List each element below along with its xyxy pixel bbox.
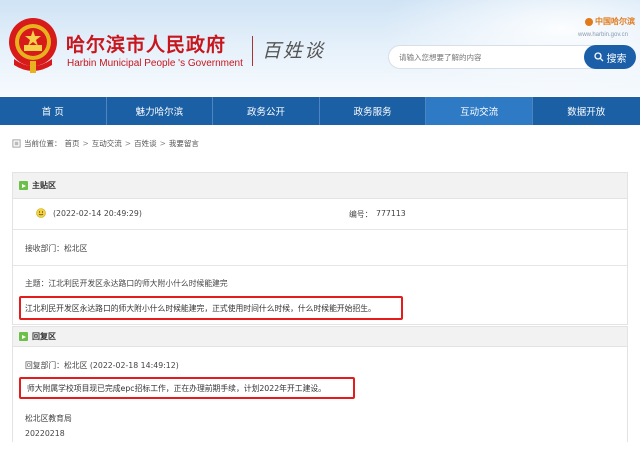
site-url: www.harbin.gov.cn [578, 32, 628, 38]
location-icon [12, 139, 21, 148]
reply-panel: 回复区 回复部门：松北区 (2022-02-18 14:49:12) 师大附属学… [12, 326, 628, 442]
search-bar: 搜索 [388, 45, 636, 69]
breadcrumb-prefix: 当前位置： [24, 139, 62, 148]
reply-content: 师大附属学校项目现已完成epc招标工作，正在办理前期手续，计划2022年开工建设… [27, 384, 326, 393]
topic-content: 江北利民开发区永达路口的师大附小什么时候能建完，正式使用时间什么时候，什么时候能… [25, 304, 376, 313]
breadcrumb-item-baixingtan[interactable]: 百姓谈 [134, 138, 157, 149]
breadcrumb-item-interaction[interactable]: 互动交流 [92, 138, 122, 149]
reply-signature: 松北区教育局 [25, 414, 72, 423]
header-divider [252, 36, 253, 66]
nav-item-open-data[interactable]: 数据开放 [533, 97, 640, 125]
emblem-icon[interactable] [6, 15, 60, 75]
smiley-icon [36, 208, 46, 218]
reply-heading: 回复区 [32, 332, 56, 341]
breadcrumb-separator: > [124, 139, 132, 148]
breadcrumb-separator: > [82, 139, 89, 148]
globe-icon [585, 17, 593, 26]
breadcrumb-separator: > [159, 139, 166, 148]
main-topic-heading: 主贴区 [32, 181, 56, 190]
nav-item-gov-services[interactable]: 政务服务 [320, 97, 427, 125]
main-topic-header: 主贴区 [13, 173, 627, 199]
receiver-dept: 接收部门：松北区 [25, 244, 88, 253]
breadcrumb: 当前位置： 首页 > 互动交流 > 百姓谈 > 我要留言 [12, 138, 199, 149]
main-topic-panel: 主贴区 (2022-02-14 20:49:29) 编号： 777113 接收部… [12, 172, 628, 325]
search-input[interactable] [388, 45, 602, 69]
reply-header: 回复区 [13, 327, 627, 347]
nav-item-interaction[interactable]: 互动交流 [426, 97, 533, 125]
topic-datetime: (2022-02-14 20:49:29) [53, 209, 142, 218]
nav-item-charm-harbin[interactable]: 魅力哈尔滨 [107, 97, 214, 125]
nav-item-gov-affairs-open[interactable]: 政务公开 [213, 97, 320, 125]
divider [13, 265, 627, 266]
topic-meta-row: (2022-02-14 20:49:29) 编号： 777113 [13, 205, 627, 223]
site-title[interactable]: 哈尔滨市人民政府 [66, 30, 226, 57]
nav-item-home[interactable]: 首 页 [0, 97, 107, 125]
reply-dept-time: 回复部门：松北区 (2022-02-18 14:49:12) [25, 361, 179, 370]
topic-number: 777113 [376, 209, 406, 218]
breadcrumb-item-leave-message[interactable]: 我要留言 [169, 138, 199, 149]
breadcrumb-item-home[interactable]: 首页 [65, 138, 80, 149]
main-nav: 首 页 魅力哈尔滨 政务公开 政务服务 互动交流 数据开放 [0, 97, 640, 125]
brand-logo-text: 中国哈尔滨 [595, 17, 635, 26]
brand-logo: 中国哈尔滨 [585, 16, 635, 27]
site-header: 哈尔滨市人民政府 Harbin Municipal People 's Gove… [0, 0, 640, 96]
reply-date: 20220218 [25, 429, 65, 438]
search-icon [593, 52, 603, 62]
search-button[interactable]: 搜索 [584, 45, 636, 69]
site-subtitle: Harbin Municipal People 's Government [67, 58, 243, 69]
arrow-right-icon [19, 181, 28, 190]
section-title: 百姓谈 [262, 40, 326, 62]
search-button-label: 搜索 [606, 53, 627, 65]
divider [13, 229, 627, 230]
arrow-right-icon [19, 332, 28, 341]
topic-number-label: 编号： [349, 210, 373, 219]
topic-subject: 主题：江北利民开发区永达路口的师大附小什么时候能建完 [25, 279, 228, 288]
